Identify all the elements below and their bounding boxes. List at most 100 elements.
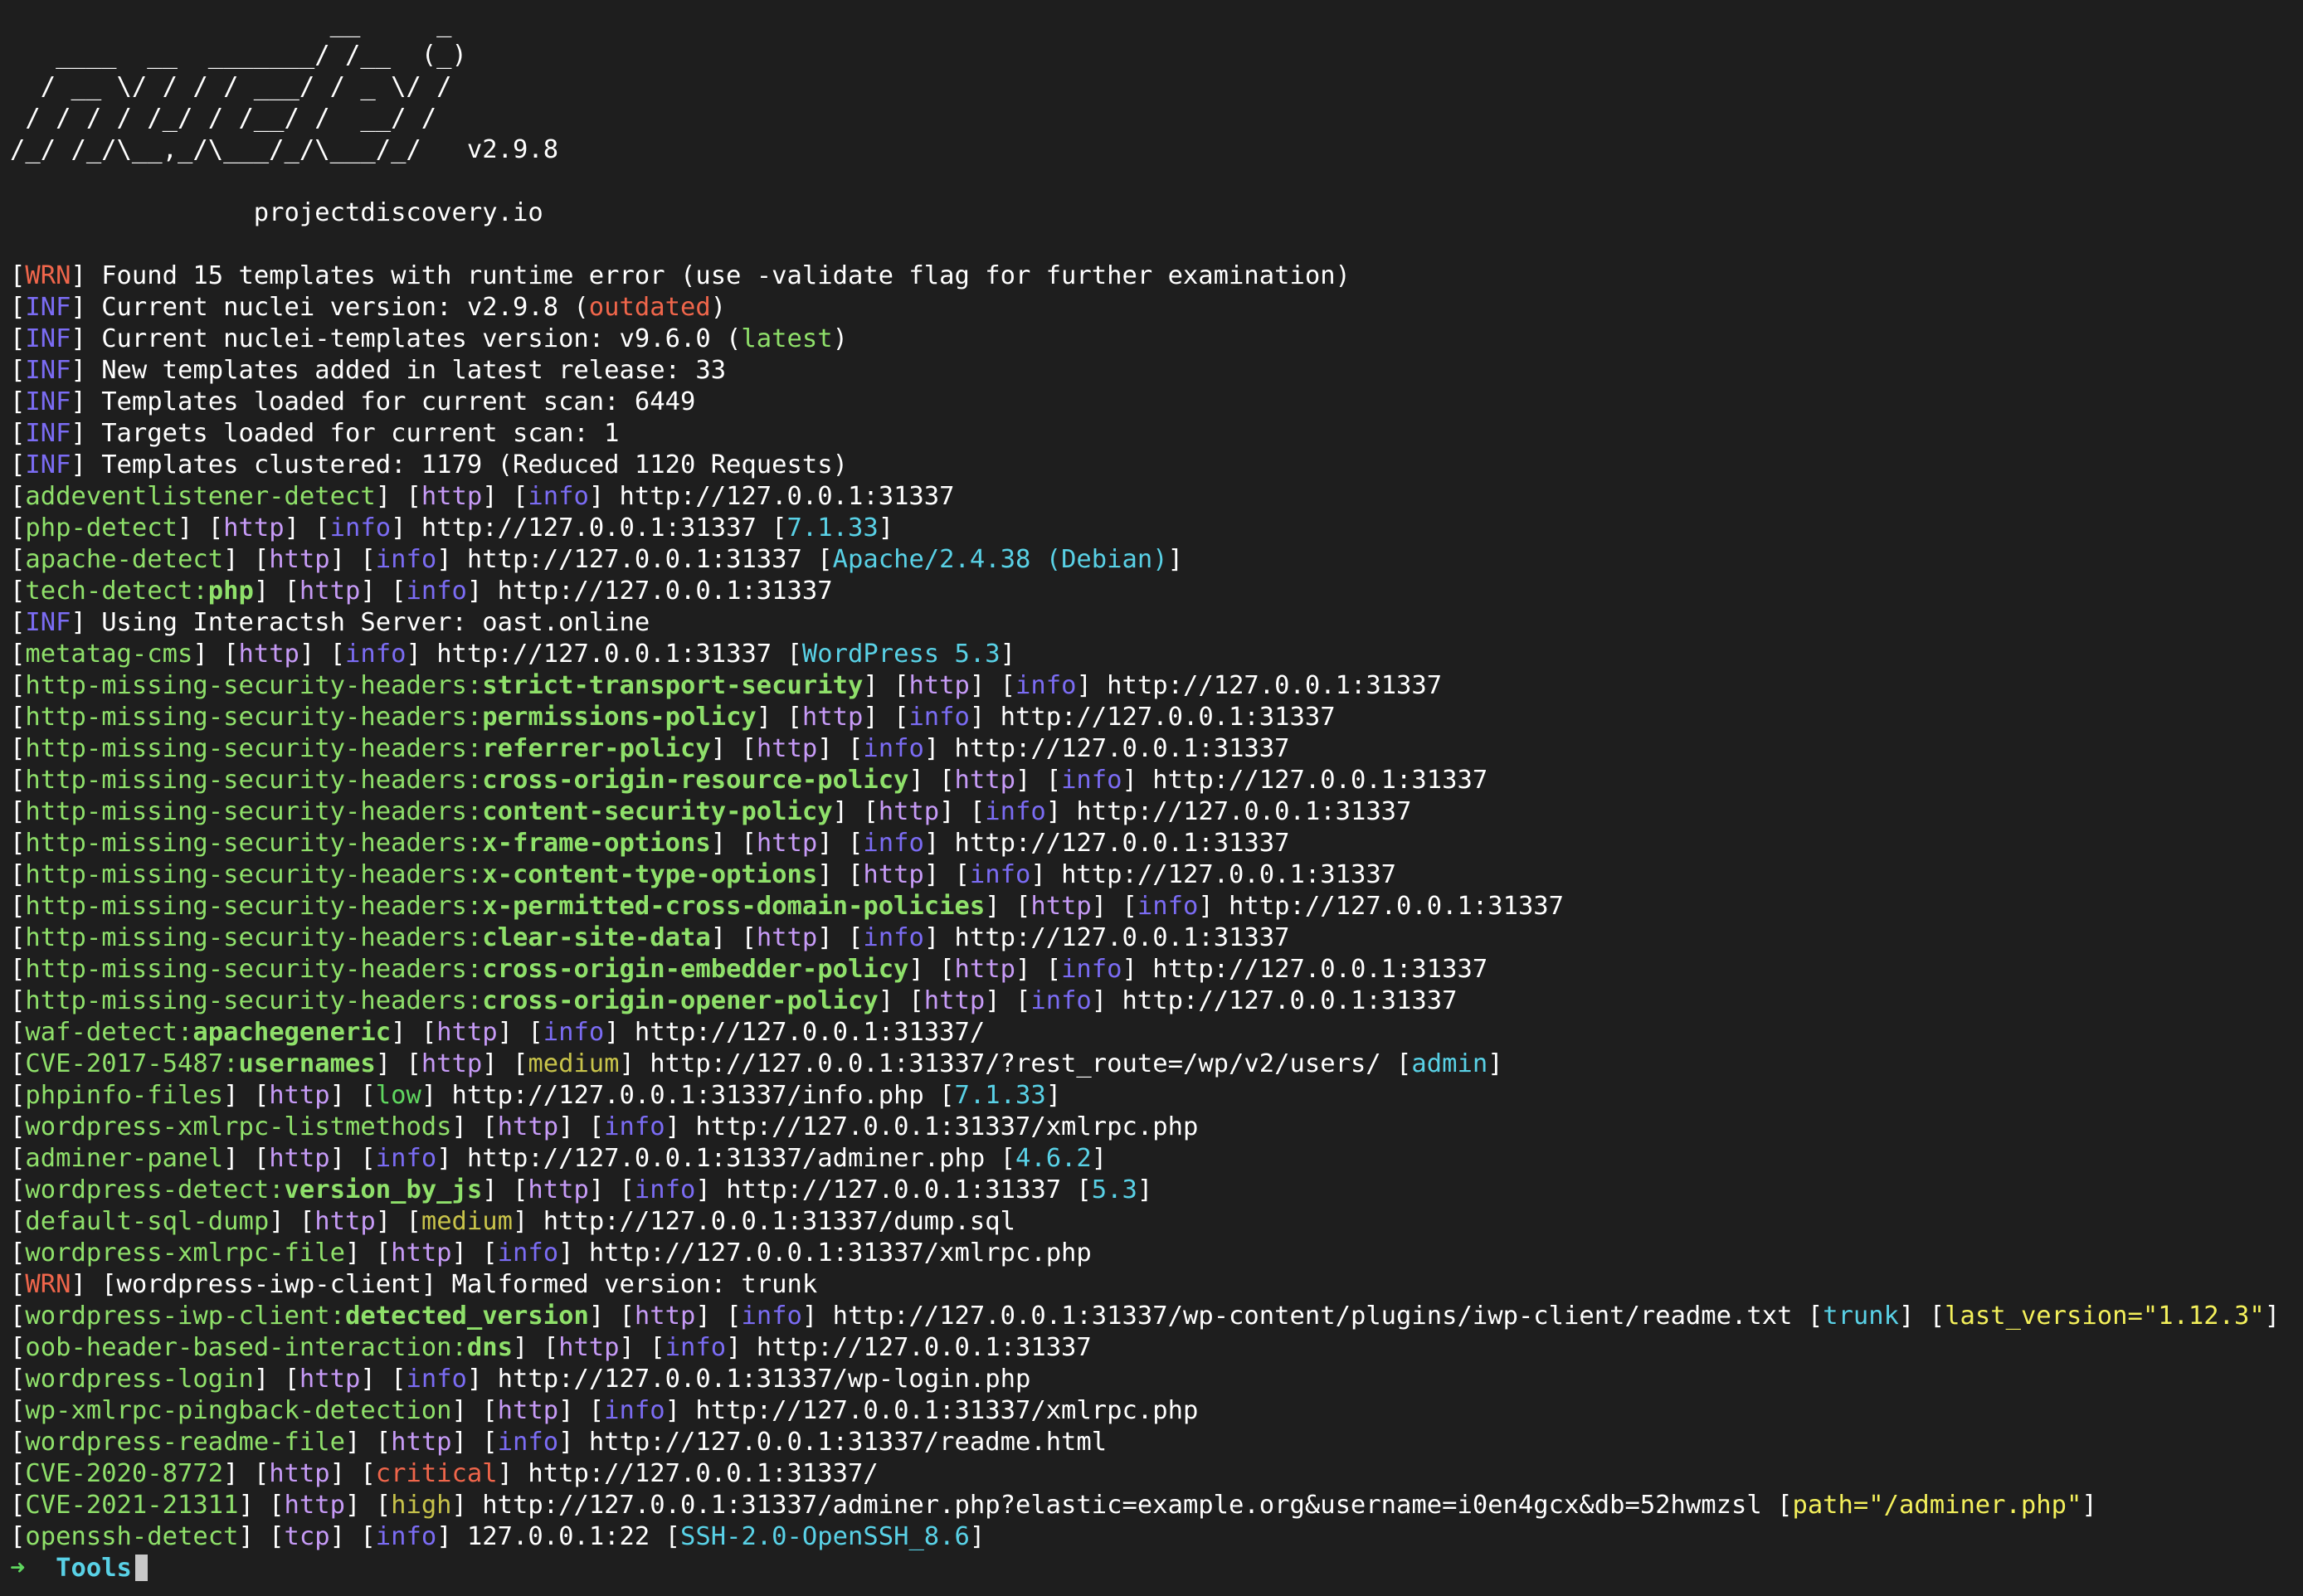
log-line: [INF] Current nuclei version: v2.9.8 (ou… [10, 292, 2291, 324]
log-segment: strict-transport-security [482, 671, 864, 700]
log-segment: ] [ [863, 671, 909, 700]
log-line: [http-missing-security-headers:referrer-… [10, 733, 2291, 765]
log-segment: ] [969, 1522, 986, 1551]
log-segment: admin [1411, 1049, 1488, 1078]
log-segment: [ [10, 766, 26, 795]
log-segment: http [269, 545, 330, 574]
log-segment: ] [ [482, 1049, 528, 1078]
log-segment: ] Targets loaded for current scan: 1 [71, 419, 620, 448]
log-segment: ] http://127.0.0.1:31337/adminer.php?ela… [451, 1491, 1793, 1520]
log-segment: ] http://127.0.0.1:31337/wp-login.php [466, 1365, 1031, 1394]
log-segment: ] http://127.0.0.1:31337/adminer.php [ [436, 1144, 1015, 1173]
log-line: [CVE-2021-21311] [http] [high] http://12… [10, 1490, 2291, 1521]
log-segment: [ [10, 1175, 26, 1204]
log-segment: ] [ [329, 1144, 376, 1173]
banner-line: ____ __ _______/ /__ (_) [10, 41, 467, 70]
log-segment: 5.3 [1091, 1175, 1137, 1204]
log-line: [addeventlistener-detect] [http] [info] … [10, 481, 2291, 513]
log-segment: php [207, 577, 254, 606]
log-segment: [ [10, 545, 26, 574]
log-segment: ] http://127.0.0.1:31337/dump.sql [513, 1207, 1015, 1236]
log-segment: critical [375, 1459, 498, 1488]
log-segment: ] [ [756, 703, 802, 732]
log-segment: ] [ [375, 1049, 421, 1078]
log-segment: ] http://127.0.0.1:31337/info.php [ [421, 1081, 955, 1110]
log-segment: phpinfo-files [25, 1081, 224, 1110]
log-segment: ] [ [345, 1238, 392, 1268]
log-segment: ] [ [817, 829, 864, 858]
log-segment: adminer-panel [25, 1144, 224, 1173]
log-segment: ] [ [710, 923, 757, 952]
log-segment: ] [ [558, 1396, 605, 1425]
log-segment: ] [ [588, 1302, 635, 1331]
log-line: [wordpress-xmlrpc-file] [http] [info] ht… [10, 1238, 2291, 1269]
log-segment: SSH-2.0-OpenSSH_8.6 [680, 1522, 970, 1551]
log-segment: info [375, 1522, 437, 1551]
log-segment: http-missing-security-headers: [25, 986, 483, 1015]
log-segment: x-permitted-cross-domain-policies [482, 892, 986, 921]
log-line: [default-sql-dump] [http] [medium] http:… [10, 1206, 2291, 1238]
banner-line: projectdiscovery.io [10, 198, 543, 227]
log-segment: http [314, 1207, 376, 1236]
log-segment: ] [ [451, 1428, 498, 1457]
log-segment: addeventlistener-detect [25, 482, 376, 511]
log-segment: ] [ [269, 1207, 315, 1236]
log-segment: detected_version [345, 1302, 589, 1331]
log-segment: INF [25, 450, 71, 479]
log-segment: latest [741, 324, 833, 353]
log-segment: http [421, 482, 483, 511]
banner-line: / / / / /_/ / /__/ / __/ / [10, 104, 437, 133]
log-segment: ] [2081, 1491, 2097, 1520]
log-segment: [ [10, 324, 26, 353]
log-segment: ] [ [391, 1018, 437, 1047]
log-segment: ] [ [817, 860, 864, 889]
log-segment: http [878, 797, 940, 826]
log-segment: usernames [238, 1049, 376, 1078]
log-segment: [ [10, 1018, 26, 1047]
log-segment: [ [10, 293, 26, 322]
log-segment: CVE-2020-8772 [25, 1459, 224, 1488]
terminal-window[interactable]: __ _ ____ __ _______/ /__ (_) / __ \/ / … [10, 8, 2291, 1588]
log-segment: INF [25, 608, 71, 637]
log-segment: http [801, 703, 864, 732]
log-segment: cross-origin-opener-policy [482, 986, 879, 1015]
log-segment: ] [ [299, 640, 346, 669]
text-cursor[interactable] [134, 1555, 148, 1581]
log-segment: apachegeneric [192, 1018, 392, 1047]
log-segment: ] [ [451, 1112, 498, 1141]
log-segment: http [528, 1175, 589, 1204]
log-segment: [ [10, 1459, 26, 1488]
shell-prompt[interactable]: ➜ Tools [10, 1553, 2291, 1584]
log-segment: last_version="1.12.3" [1945, 1302, 2265, 1331]
log-segment: [ [10, 1207, 26, 1236]
log-segment: [ [10, 419, 26, 448]
log-line: [http-missing-security-headers:x-content… [10, 859, 2291, 891]
log-segment: [ [10, 1396, 26, 1425]
log-segment: info [406, 577, 467, 606]
log-segment: ] http://127.0.0.1:31337 [969, 703, 1336, 732]
log-segment: ] http://127.0.0.1:31337 [ [406, 640, 802, 669]
log-segment: info [604, 1396, 665, 1425]
log-segment: ] [ [710, 829, 757, 858]
log-segment: http-missing-security-headers: [25, 797, 483, 826]
log-segment: x-content-type-options [482, 860, 818, 889]
log-segment: [ [10, 1522, 26, 1551]
log-segment: ] [ [710, 734, 757, 763]
log-segment: ] [ [223, 1459, 270, 1488]
log-segment: ] [1167, 545, 1183, 574]
log-segment: wp-xmlrpc-pingback-detection [25, 1396, 452, 1425]
log-line: [phpinfo-files] [http] [low] http://127.… [10, 1080, 2291, 1112]
log-segment: version_by_js [284, 1175, 483, 1204]
log-segment: php-detect [25, 513, 178, 543]
log-segment: http [421, 1049, 483, 1078]
log-segment: http [391, 1238, 452, 1268]
log-segment: ] [1091, 1144, 1108, 1173]
log-segment: path="/adminer.php" [1792, 1491, 2082, 1520]
log-segment: [ [10, 671, 26, 700]
log-segment: ] [ [451, 1238, 498, 1268]
log-segment: info [1015, 671, 1077, 700]
log-segment: ] [1487, 1049, 1503, 1078]
log-segment: ] [ [1899, 1302, 1945, 1331]
log-segment: ] Templates loaded for current scan: 644… [71, 387, 696, 416]
log-segment: INF [25, 324, 71, 353]
